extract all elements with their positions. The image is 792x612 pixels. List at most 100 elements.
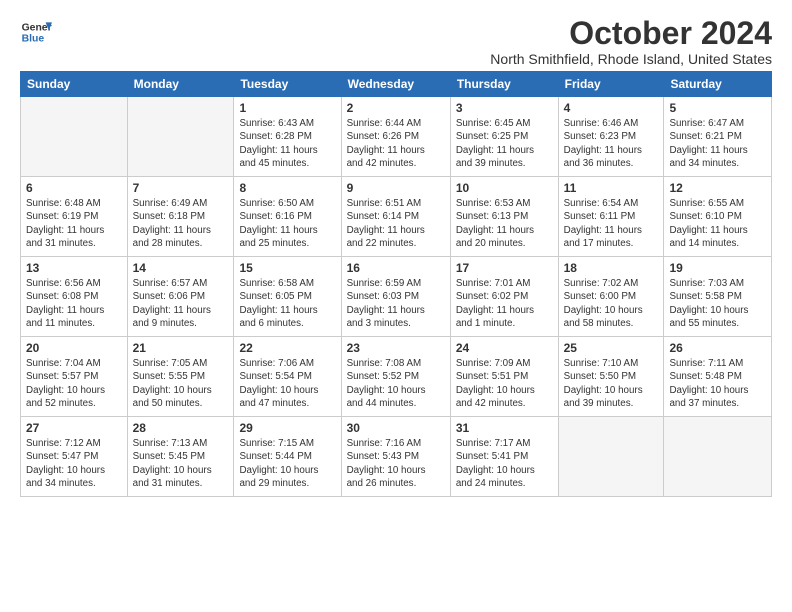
day-detail: Sunrise: 7:17 AM Sunset: 5:41 PM Dayligh… [456,437,553,490]
day-detail: Sunrise: 7:15 AM Sunset: 5:44 PM Dayligh… [239,437,335,490]
day-number: 11 [564,181,659,195]
day-detail: Sunrise: 7:13 AM Sunset: 5:45 PM Dayligh… [133,437,229,490]
calendar-cell: 30Sunrise: 7:16 AM Sunset: 5:43 PM Dayli… [341,417,450,497]
day-number: 23 [347,341,445,355]
day-detail: Sunrise: 7:08 AM Sunset: 5:52 PM Dayligh… [347,357,445,410]
day-detail: Sunrise: 6:59 AM Sunset: 6:03 PM Dayligh… [347,277,445,330]
day-detail: Sunrise: 7:01 AM Sunset: 6:02 PM Dayligh… [456,277,553,330]
weekday-header-saturday: Saturday [664,72,772,97]
day-detail: Sunrise: 6:48 AM Sunset: 6:19 PM Dayligh… [26,197,122,250]
day-detail: Sunrise: 6:45 AM Sunset: 6:25 PM Dayligh… [456,117,553,170]
day-detail: Sunrise: 6:47 AM Sunset: 6:21 PM Dayligh… [669,117,766,170]
calendar-cell: 28 Sunrise: 7:13 AM Sunset: 5:45 PM Dayli… [127,417,234,497]
day-number: 1 [239,101,335,115]
calendar-cell: 13 Sunrise: 6:56 AM Sunset: 6:08 PM Dayli… [21,257,128,337]
day-number: 19 [669,261,766,275]
day-number: 20 [26,341,122,355]
day-detail: Sunrise: 6:51 AM Sunset: 6:14 PM Dayligh… [347,197,445,250]
calendar-cell [664,417,772,497]
week-row-3: 13 Sunrise: 6:56 AM Sunset: 6:08 PM Dayli… [21,257,772,337]
calendar-cell: 24Sunrise: 7:09 AM Sunset: 5:51 PM Dayli… [450,337,558,417]
week-row-4: 20 Sunrise: 7:04 AM Sunset: 5:57 PM Dayli… [21,337,772,417]
title-block: October 2024 North Smithfield, Rhode Isl… [490,16,772,67]
day-number: 4 [564,101,659,115]
weekday-header-thursday: Thursday [450,72,558,97]
svg-text:Blue: Blue [22,34,45,45]
weekday-header-sunday: Sunday [21,72,128,97]
day-detail: Sunrise: 7:05 AM Sunset: 5:55 PM Dayligh… [133,357,229,410]
day-detail: Sunrise: 7:16 AM Sunset: 5:43 PM Dayligh… [347,437,445,490]
calendar-cell: 19 Sunrise: 7:03 AM Sunset: 5:58 PM Dayli… [664,257,772,337]
calendar-cell: 21Sunrise: 7:05 AM Sunset: 5:55 PM Dayli… [127,337,234,417]
calendar-cell: 22Sunrise: 7:06 AM Sunset: 5:54 PM Dayli… [234,337,341,417]
weekday-header-monday: Monday [127,72,234,97]
calendar-cell [21,97,128,177]
calendar-cell: 27 Sunrise: 7:12 AM Sunset: 5:47 PM Dayli… [21,417,128,497]
day-number: 8 [239,181,335,195]
day-detail: Sunrise: 7:03 AM Sunset: 5:58 PM Dayligh… [669,277,766,330]
logo-icon: General Blue [20,16,52,48]
day-number: 2 [347,101,445,115]
day-detail: Sunrise: 7:12 AM Sunset: 5:47 PM Dayligh… [26,437,122,490]
calendar-cell: 25Sunrise: 7:10 AM Sunset: 5:50 PM Dayli… [558,337,664,417]
weekday-header-wednesday: Wednesday [341,72,450,97]
calendar-cell: 14 Sunrise: 6:57 AM Sunset: 6:06 PM Dayli… [127,257,234,337]
day-number: 12 [669,181,766,195]
calendar-cell: 23 Sunrise: 7:08 AM Sunset: 5:52 PM Dayli… [341,337,450,417]
calendar-cell: 2 Sunrise: 6:44 AM Sunset: 6:26 PM Daylig… [341,97,450,177]
week-row-2: 6 Sunrise: 6:48 AM Sunset: 6:19 PM Daylig… [21,177,772,257]
day-number: 28 [133,421,229,435]
day-number: 13 [26,261,122,275]
day-number: 31 [456,421,553,435]
day-number: 17 [456,261,553,275]
calendar-cell: 29 Sunrise: 7:15 AM Sunset: 5:44 PM Dayli… [234,417,341,497]
calendar-cell: 11Sunrise: 6:54 AM Sunset: 6:11 PM Dayli… [558,177,664,257]
day-detail: Sunrise: 6:44 AM Sunset: 6:26 PM Dayligh… [347,117,445,170]
day-detail: Sunrise: 7:11 AM Sunset: 5:48 PM Dayligh… [669,357,766,410]
day-number: 3 [456,101,553,115]
weekday-header-row: SundayMondayTuesdayWednesdayThursdayFrid… [21,72,772,97]
week-row-1: 1 Sunrise: 6:43 AM Sunset: 6:28 PM Daylig… [21,97,772,177]
calendar-cell: 5 Sunrise: 6:47 AM Sunset: 6:21 PM Daylig… [664,97,772,177]
day-detail: Sunrise: 6:49 AM Sunset: 6:18 PM Dayligh… [133,197,229,250]
day-number: 22 [239,341,335,355]
calendar-cell: 18Sunrise: 7:02 AM Sunset: 6:00 PM Dayli… [558,257,664,337]
day-detail: Sunrise: 6:43 AM Sunset: 6:28 PM Dayligh… [239,117,335,170]
calendar-cell: 4Sunrise: 6:46 AM Sunset: 6:23 PM Daylig… [558,97,664,177]
calendar-table: SundayMondayTuesdayWednesdayThursdayFrid… [20,71,772,497]
month-title: October 2024 [490,16,772,51]
header: General Blue October 2024 North Smithfie… [20,16,772,67]
day-detail: Sunrise: 7:04 AM Sunset: 5:57 PM Dayligh… [26,357,122,410]
day-detail: Sunrise: 6:53 AM Sunset: 6:13 PM Dayligh… [456,197,553,250]
day-number: 14 [133,261,229,275]
day-number: 10 [456,181,553,195]
day-detail: Sunrise: 6:50 AM Sunset: 6:16 PM Dayligh… [239,197,335,250]
calendar-cell: 10 Sunrise: 6:53 AM Sunset: 6:13 PM Dayli… [450,177,558,257]
location-title: North Smithfield, Rhode Island, United S… [490,51,772,67]
calendar-cell: 6 Sunrise: 6:48 AM Sunset: 6:19 PM Daylig… [21,177,128,257]
weekday-header-tuesday: Tuesday [234,72,341,97]
calendar-cell: 26 Sunrise: 7:11 AM Sunset: 5:48 PM Dayli… [664,337,772,417]
calendar-cell: 9Sunrise: 6:51 AM Sunset: 6:14 PM Daylig… [341,177,450,257]
day-number: 16 [347,261,445,275]
logo: General Blue [20,16,52,48]
day-number: 5 [669,101,766,115]
calendar-cell: 17 Sunrise: 7:01 AM Sunset: 6:02 PM Dayli… [450,257,558,337]
day-number: 6 [26,181,122,195]
calendar-cell [558,417,664,497]
calendar-cell [127,97,234,177]
day-number: 27 [26,421,122,435]
calendar-cell: 15Sunrise: 6:58 AM Sunset: 6:05 PM Dayli… [234,257,341,337]
calendar-cell: 8 Sunrise: 6:50 AM Sunset: 6:16 PM Daylig… [234,177,341,257]
weekday-header-friday: Friday [558,72,664,97]
day-number: 7 [133,181,229,195]
week-row-5: 27 Sunrise: 7:12 AM Sunset: 5:47 PM Dayli… [21,417,772,497]
day-number: 24 [456,341,553,355]
calendar-cell: 1 Sunrise: 6:43 AM Sunset: 6:28 PM Daylig… [234,97,341,177]
calendar-cell: 20 Sunrise: 7:04 AM Sunset: 5:57 PM Dayli… [21,337,128,417]
calendar-cell: 31 Sunrise: 7:17 AM Sunset: 5:41 PM Dayli… [450,417,558,497]
day-detail: Sunrise: 6:57 AM Sunset: 6:06 PM Dayligh… [133,277,229,330]
day-number: 29 [239,421,335,435]
day-detail: Sunrise: 6:56 AM Sunset: 6:08 PM Dayligh… [26,277,122,330]
day-number: 26 [669,341,766,355]
